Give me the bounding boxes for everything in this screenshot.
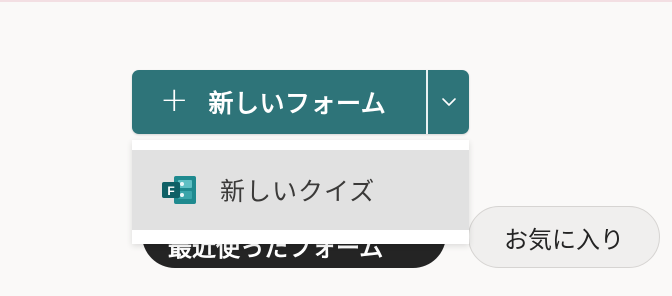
svg-text:F: F	[167, 184, 174, 198]
new-form-button[interactable]: + 新しいフォーム	[132, 70, 426, 134]
forms-quiz-icon: F	[162, 176, 196, 204]
menu-item-new-quiz-label: 新しいクイズ	[220, 177, 376, 206]
new-form-label: 新しいフォーム	[208, 89, 387, 118]
favorites-label: お気に入り	[504, 225, 624, 254]
plus-icon: +	[160, 80, 189, 120]
new-form-dropdown-toggle[interactable]	[428, 70, 469, 134]
new-form-split-button: + 新しいフォーム	[132, 70, 469, 134]
chevron-down-icon	[441, 98, 456, 106]
page: 最近使ったフォーム お気に入り + 新しいフォーム F 新しいクイズ	[0, 0, 672, 296]
new-form-dropdown-menu: F 新しいクイズ	[132, 140, 469, 244]
menu-item-new-quiz[interactable]: F 新しいクイズ	[132, 150, 469, 230]
favorites-button[interactable]: お気に入り	[468, 206, 660, 268]
